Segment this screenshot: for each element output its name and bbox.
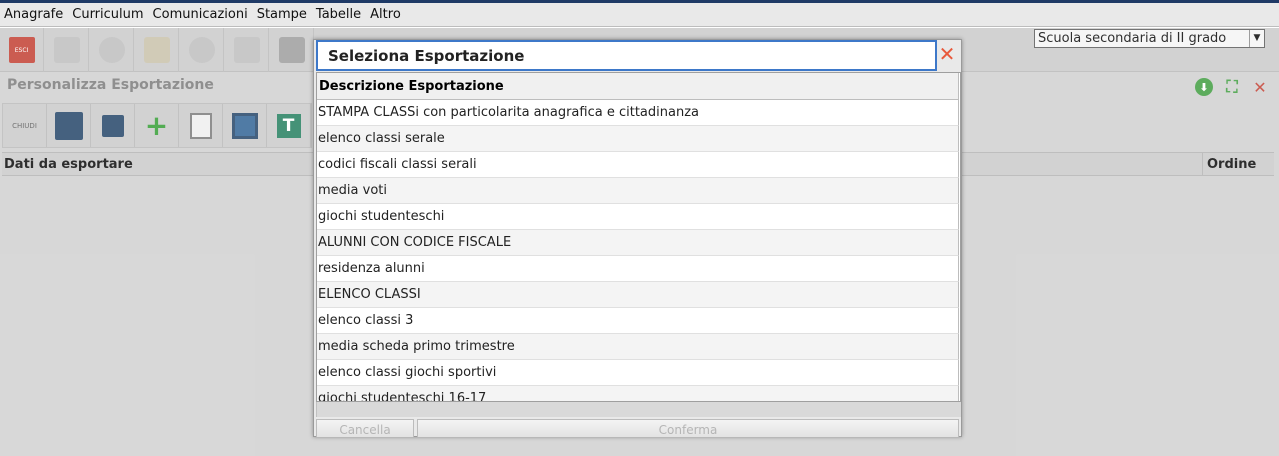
menu-item-comunicazioni[interactable]: Comunicazioni <box>153 7 248 22</box>
select-export-dialog: Seleziona Esportazione ✕ Descrizione Esp… <box>313 39 962 437</box>
list-item[interactable]: giochi studenteschi 16-17 <box>317 386 959 401</box>
close-icon[interactable]: ✕ <box>938 44 956 64</box>
confirm-button[interactable]: Conferma <box>417 419 959 437</box>
dialog-title: Seleziona Esportazione <box>316 40 937 71</box>
dialog-button-bar: Cancella Conferma <box>316 417 961 437</box>
list-item[interactable]: elenco classi giochi sportivi <box>317 360 959 386</box>
horizontal-scrollbar[interactable] <box>316 402 961 417</box>
menu-item-altro[interactable]: Altro <box>370 7 401 22</box>
list-item[interactable]: giochi studenteschi <box>317 204 959 230</box>
list-item[interactable]: elenco classi serale <box>317 126 959 152</box>
list-item[interactable]: media voti <box>317 178 959 204</box>
column-header-description[interactable]: Descrizione Esportazione <box>317 73 959 100</box>
menu-item-curriculum[interactable]: Curriculum <box>72 7 143 22</box>
menubar: Anagrafe Curriculum Comunicazioni Stampe… <box>0 3 1279 27</box>
list-item[interactable]: STAMPA CLASSi con particolarita anagrafi… <box>317 100 959 126</box>
menu-item-anagrafe[interactable]: Anagrafe <box>4 7 63 22</box>
list-item[interactable]: media scheda primo trimestre <box>317 334 959 360</box>
menu-item-stampe[interactable]: Stampe <box>257 7 307 22</box>
export-list: Descrizione Esportazione STAMPA CLASSi c… <box>316 72 961 402</box>
list-item[interactable]: codici fiscali classi serali <box>317 152 959 178</box>
cancel-button[interactable]: Cancella <box>316 419 414 437</box>
list-item[interactable]: ELENCO CLASSI <box>317 282 959 308</box>
list-item[interactable]: ALUNNI CON CODICE FISCALE <box>317 230 959 256</box>
list-item[interactable]: residenza alunni <box>317 256 959 282</box>
list-item[interactable]: elenco classi 3 <box>317 308 959 334</box>
menu-item-tabelle[interactable]: Tabelle <box>316 7 361 22</box>
